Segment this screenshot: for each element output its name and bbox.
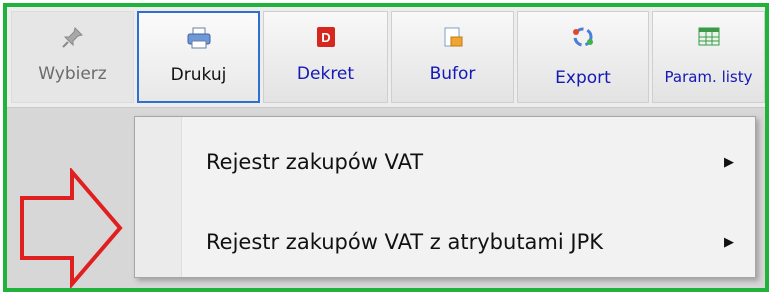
menu-item-label: Rejestr zakupów VAT bbox=[206, 150, 424, 174]
print-button-label: Drukuj bbox=[170, 65, 227, 85]
print-button[interactable]: Drukuj bbox=[137, 11, 260, 103]
toolbar: Wybierz Drukuj D Dekret Bufor Export Par… bbox=[7, 7, 765, 108]
list-params-button[interactable]: Param. listy bbox=[652, 11, 765, 103]
annotation-arrow-icon bbox=[20, 168, 123, 288]
pin-icon bbox=[61, 26, 84, 48]
buffer-button[interactable]: Bufor bbox=[391, 11, 514, 103]
buffer-icon bbox=[442, 26, 464, 48]
export-button[interactable]: Export bbox=[517, 11, 649, 103]
dekret-icon: D bbox=[315, 26, 337, 48]
dekret-button-label: Dekret bbox=[296, 64, 355, 84]
table-icon bbox=[698, 26, 720, 48]
menu-item-vat-purchase-register-jpk[interactable]: Rejestr zakupów VAT z atrybutami JPK ▶ bbox=[136, 211, 754, 273]
export-icon bbox=[571, 26, 595, 48]
menu-item-vat-purchase-register[interactable]: Rejestr zakupów VAT ▶ bbox=[136, 131, 754, 193]
submenu-arrow-icon: ▶ bbox=[724, 154, 734, 170]
buffer-button-label: Bufor bbox=[429, 64, 476, 84]
dekret-button[interactable]: D Dekret bbox=[263, 11, 388, 103]
printer-icon bbox=[187, 27, 211, 49]
print-dropdown-menu: Rejestr zakupów VAT ▶ Rejestr zakupów VA… bbox=[134, 116, 756, 278]
menu-item-label: Rejestr zakupów VAT z atrybutami JPK bbox=[206, 230, 604, 254]
export-button-label: Export bbox=[555, 68, 611, 88]
submenu-arrow-icon: ▶ bbox=[724, 234, 734, 250]
list-params-button-label: Param. listy bbox=[664, 68, 753, 86]
select-button-label: Wybierz bbox=[38, 64, 107, 84]
dekret-icon-letter: D bbox=[321, 30, 330, 45]
select-button[interactable]: Wybierz bbox=[11, 11, 134, 103]
